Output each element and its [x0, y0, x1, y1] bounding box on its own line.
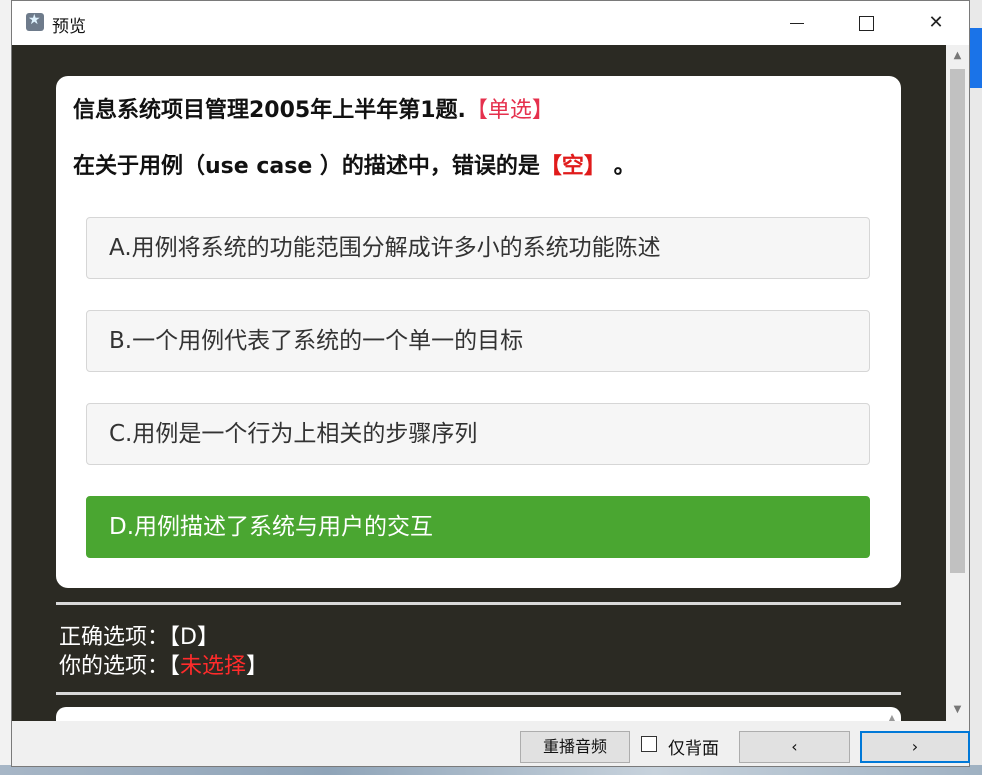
- preview-window: 预览 ✕ 信息系统项目管理2005年上半年第1题.【单选】 在关于用例（use …: [11, 0, 970, 767]
- chevron-right-icon: ›: [911, 737, 919, 756]
- close-button[interactable]: ✕: [913, 1, 959, 45]
- question-type-tag: 【单选】: [465, 98, 554, 123]
- close-icon: ✕: [928, 12, 944, 33]
- your-answer-line: 你的选项：【未选择】: [59, 648, 268, 680]
- your-answer-close: 】: [246, 654, 269, 679]
- title-bar[interactable]: 预览 ✕: [12, 1, 969, 45]
- app-icon: [26, 12, 44, 31]
- question-source: 信息系统项目管理2005年上半年第1题.: [73, 98, 466, 123]
- panel-scroll-up-icon[interactable]: ▲: [889, 713, 895, 721]
- back-only-label: 仅背面: [668, 739, 719, 759]
- footer-toolbar: 重播音频 仅背面 ‹ ›: [12, 721, 970, 766]
- previous-button[interactable]: ‹: [739, 731, 850, 763]
- back-only-checkbox[interactable]: [641, 736, 657, 752]
- your-answer-value: 未选择: [180, 654, 247, 679]
- question-blank: 【空】: [539, 154, 606, 179]
- correct-answer-value: 【D】: [169, 625, 219, 650]
- question-text: 在关于用例（use case ）的描述中，错误的是【空】 。: [73, 148, 636, 180]
- background-window-right-edge: [970, 0, 982, 775]
- option-b[interactable]: B.一个用例代表了系统的一个单一的目标: [86, 310, 870, 372]
- question-header: 信息系统项目管理2005年上半年第1题.【单选】: [73, 92, 554, 124]
- question-text-after: 。: [605, 154, 636, 179]
- minimize-icon: [790, 22, 804, 24]
- option-c[interactable]: C.用例是一个行为上相关的步骤序列: [86, 403, 870, 465]
- minimize-button[interactable]: [774, 1, 820, 45]
- answer-divider-bottom: [56, 692, 901, 695]
- explanation-panel: ▲: [56, 707, 901, 721]
- scrollbar-thumb[interactable]: [950, 69, 965, 573]
- your-answer-open: 【: [169, 654, 181, 679]
- option-a[interactable]: A.用例将系统的功能范围分解成许多小的系统功能陈述: [86, 217, 870, 279]
- maximize-button[interactable]: [843, 1, 889, 45]
- vertical-scrollbar[interactable]: ▲ ▼: [946, 45, 969, 721]
- scroll-down-icon[interactable]: ▼: [946, 699, 969, 721]
- option-d[interactable]: D.用例描述了系统与用户的交互: [86, 496, 870, 558]
- next-button[interactable]: ›: [860, 731, 970, 763]
- replay-audio-button[interactable]: 重播音频: [520, 731, 630, 763]
- correct-answer-label: 正确选项：: [59, 625, 170, 650]
- card-content-area[interactable]: 信息系统项目管理2005年上半年第1题.【单选】 在关于用例（use case …: [12, 45, 946, 721]
- chevron-left-icon: ‹: [791, 737, 798, 756]
- window-title: 预览: [52, 17, 86, 37]
- answer-divider-top: [56, 602, 901, 605]
- question-text-before: 在关于用例（use case ）的描述中，错误的是: [73, 154, 540, 179]
- correct-answer-line: 正确选项：【D】: [59, 619, 219, 651]
- scroll-up-icon[interactable]: ▲: [946, 45, 969, 67]
- maximize-icon: [858, 15, 874, 31]
- background-accent-strip: [970, 28, 982, 88]
- question-card: 信息系统项目管理2005年上半年第1题.【单选】 在关于用例（use case …: [56, 76, 901, 588]
- your-answer-label: 你的选项：: [59, 654, 170, 679]
